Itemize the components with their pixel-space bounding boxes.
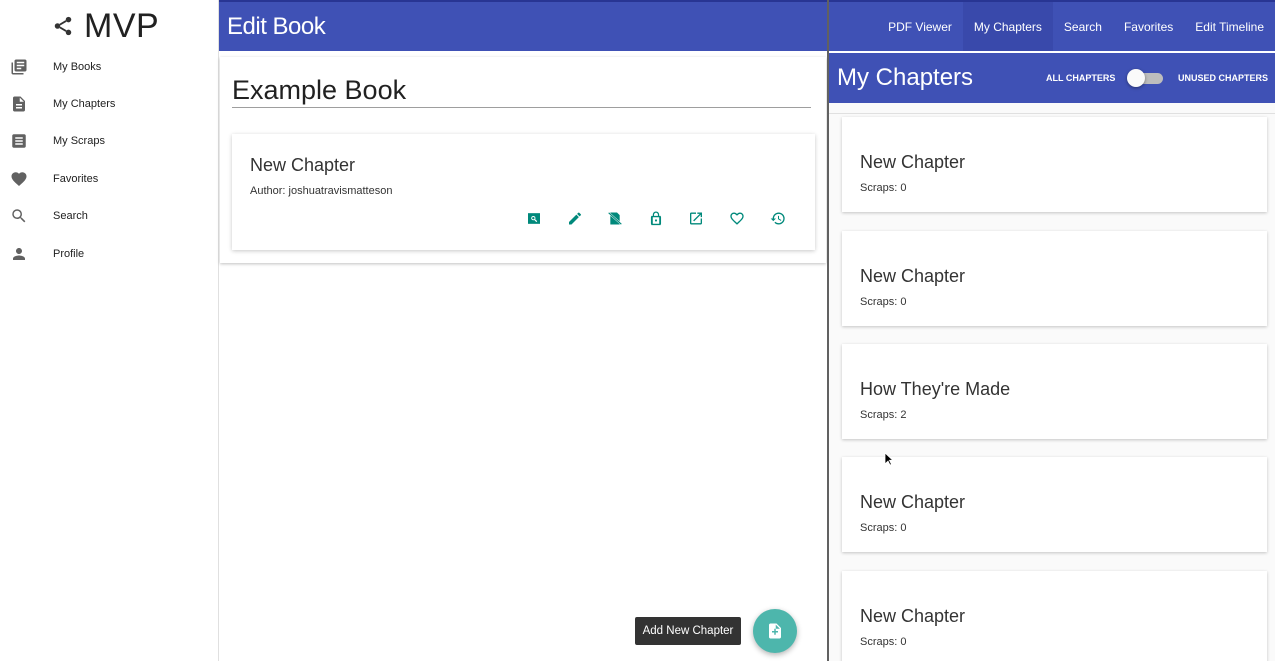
book-title-input[interactable]: Example Book (232, 75, 406, 106)
list-item-scraps: Scraps: 0 (860, 522, 907, 534)
add-chapter-button[interactable] (753, 609, 797, 653)
list-item[interactable]: How They're Made Scraps: 2 (842, 344, 1267, 439)
list-item-scraps: Scraps: 0 (860, 182, 907, 194)
list-item-title: New Chapter (860, 266, 966, 286)
heart-icon (10, 170, 28, 188)
toggle-right-label: UNUSED CHAPTERS (1178, 73, 1269, 83)
toggle-left-label: ALL CHAPTERS (1046, 73, 1116, 83)
tab-pdf-viewer[interactable]: PDF Viewer (877, 2, 963, 51)
tab-my-chapters[interactable]: My Chapters (962, 2, 1053, 51)
sidebar-item-label: Favorites (53, 172, 99, 185)
list-item-title: How They're Made (860, 379, 1011, 399)
hide-icon[interactable] (607, 210, 623, 226)
view-icon[interactable] (526, 210, 542, 226)
sidebar-item-label: My Scraps (53, 135, 105, 148)
sidebar-item-label: Search (53, 210, 88, 223)
chapter-title: New Chapter (250, 155, 356, 175)
my-chapters-header: My Chapters ALL CHAPTERS UNUSED CHAPTERS (829, 53, 1275, 103)
history-icon[interactable] (770, 210, 786, 226)
lock-icon[interactable] (648, 210, 664, 226)
sidebar-nav: My Books My Chapters My Scraps Favorites… (0, 48, 219, 272)
page-title: Edit Book (227, 13, 326, 40)
app-logo[interactable]: MVP (52, 6, 159, 46)
library-books-icon (10, 58, 28, 76)
list-item-scraps: Scraps: 0 (860, 636, 907, 648)
logo-text: MVP (84, 6, 160, 45)
edit-icon[interactable] (567, 210, 583, 226)
search-icon (10, 207, 28, 225)
book-card: Example Book New Chapter Author: joshuat… (220, 57, 826, 263)
sidebar-item-label: My Books (53, 60, 102, 73)
tab-edit-timeline[interactable]: Edit Timeline (1184, 2, 1275, 51)
list-item-title: New Chapter (860, 492, 966, 512)
list-item[interactable]: New Chapter Scraps: 0 (842, 231, 1267, 326)
list-icon (10, 132, 28, 150)
add-document-icon (769, 623, 781, 639)
chapter-author: Author: joshuatravismatteson (250, 185, 393, 197)
toggle-thumb (1127, 69, 1145, 87)
sidebar: MVP My Books My Chapters My Scraps Favor… (0, 0, 219, 661)
chapter-list: New Chapter Scraps: 0 New Chapter Scraps… (829, 103, 1275, 661)
chapter-actions (526, 210, 810, 226)
list-item[interactable]: New Chapter Scraps: 0 (842, 117, 1267, 212)
tab-favorites[interactable]: Favorites (1113, 2, 1184, 51)
document-icon (10, 95, 28, 113)
list-item-scraps: Scraps: 0 (860, 296, 907, 308)
top-nav: PDF Viewer My Chapters Search Favorites … (829, 0, 1275, 51)
panel-title: My Chapters (837, 64, 974, 91)
list-item[interactable]: New Chapter Scraps: 0 (842, 571, 1267, 661)
app-root: MVP My Books My Chapters My Scraps Favor… (0, 0, 1275, 661)
sidebar-item-my-scraps[interactable]: My Scraps (0, 123, 219, 160)
tab-search[interactable]: Search (1053, 2, 1113, 51)
sidebar-item-label: My Chapters (53, 98, 116, 111)
list-item[interactable]: New Chapter Scraps: 0 (842, 457, 1267, 552)
share-icon (54, 16, 72, 36)
chapter-card[interactable]: New Chapter Author: joshuatravismatteson (232, 134, 815, 250)
person-icon (10, 245, 28, 263)
list-item-title: New Chapter (860, 152, 966, 172)
add-chapter-tooltip: Add New Chapter (635, 617, 741, 645)
sidebar-item-profile[interactable]: Profile (0, 235, 219, 272)
book-title-underline (232, 107, 811, 108)
favorite-icon[interactable] (729, 210, 745, 226)
edit-book-header: Edit Book (219, 0, 828, 51)
list-item-scraps: Scraps: 2 (860, 409, 907, 421)
unused-chapters-toggle[interactable] (1127, 68, 1165, 88)
sidebar-item-my-books[interactable]: My Books (0, 48, 219, 85)
sidebar-item-search[interactable]: Search (0, 198, 219, 235)
sidebar-item-favorites[interactable]: Favorites (0, 160, 219, 197)
sidebar-item-my-chapters[interactable]: My Chapters (0, 85, 219, 122)
list-item-title: New Chapter (860, 606, 966, 626)
open-external-icon[interactable] (688, 210, 704, 226)
mouse-cursor-icon (884, 452, 894, 466)
sidebar-item-label: Profile (53, 247, 85, 260)
list-divider (829, 113, 1275, 114)
